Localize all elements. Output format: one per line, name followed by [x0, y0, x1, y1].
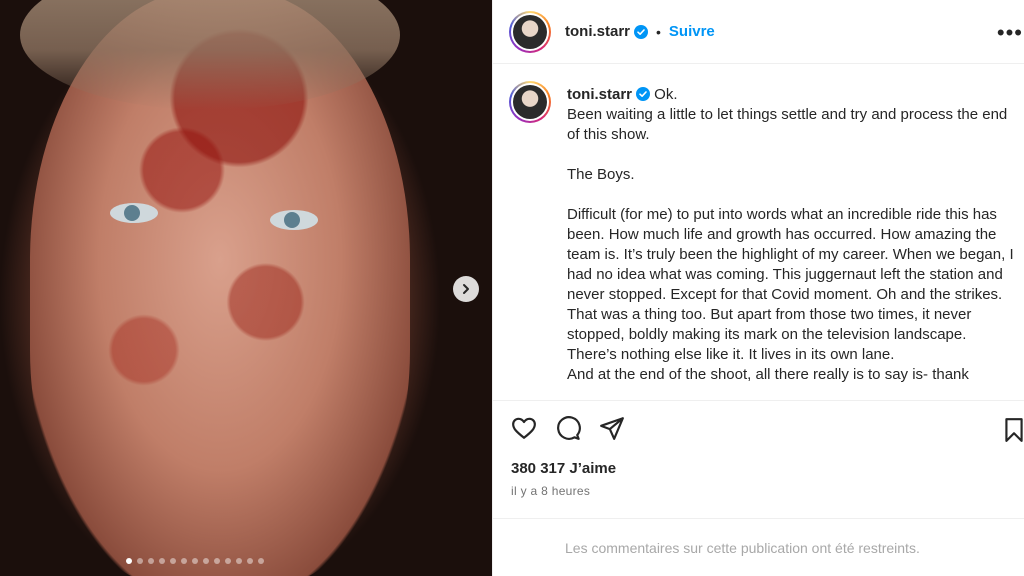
carousel-dot [247, 558, 253, 564]
post-timestamp[interactable]: il y a 8 heures [511, 484, 590, 498]
carousel-dot [159, 558, 165, 564]
caption-area: toni.starr Ok. Been waiting a little to … [493, 65, 1024, 399]
carousel-dot [192, 558, 198, 564]
carousel-dot [258, 558, 264, 564]
carousel-dot [170, 558, 176, 564]
carousel-dot [236, 558, 242, 564]
carousel-next-button[interactable] [453, 276, 479, 302]
more-options-icon[interactable]: ••• [997, 20, 1023, 46]
caption-username[interactable]: toni.starr [567, 86, 632, 103]
comment-bubble-icon[interactable] [555, 415, 581, 441]
carousel-dot [137, 558, 143, 564]
action-bar [493, 400, 1024, 454]
caption-text-block: toni.starr Ok. Been waiting a little to … [567, 85, 1017, 399]
verified-badge-icon [636, 87, 651, 101]
verified-badge-icon [634, 24, 649, 39]
avatar[interactable] [509, 10, 551, 53]
post-header: toni.starr • Suivre ••• [493, 0, 1024, 64]
caption-avatar[interactable] [509, 81, 551, 123]
photo-eye-right [270, 210, 318, 230]
bookmark-icon[interactable] [1001, 417, 1024, 443]
paper-plane-icon[interactable] [599, 415, 625, 441]
heart-icon[interactable] [511, 415, 537, 441]
comments-restricted-notice: Les commentaires sur cette publication o… [493, 518, 1024, 576]
post-panel: toni.starr • Suivre ••• toni.starr Ok. B… [492, 0, 1024, 576]
caption-body: Ok. Been waiting a little to let things … [567, 86, 1014, 383]
comments-restricted-text: Les commentaires sur cette publication o… [565, 539, 920, 556]
carousel-dot [148, 558, 154, 564]
likes-count[interactable]: 380 317 J’aime [511, 460, 616, 477]
carousel-dot [126, 558, 132, 564]
carousel-dot [214, 558, 220, 564]
post-media[interactable] [0, 0, 492, 576]
header-separator: • [656, 23, 661, 40]
header-username[interactable]: toni.starr [565, 23, 630, 40]
carousel-indicator [126, 558, 264, 564]
carousel-dot [225, 558, 231, 564]
carousel-dot [181, 558, 187, 564]
follow-button[interactable]: Suivre [669, 23, 715, 40]
carousel-dot [203, 558, 209, 564]
chevron-right-icon [463, 284, 469, 294]
photo-eye-left [110, 203, 158, 223]
